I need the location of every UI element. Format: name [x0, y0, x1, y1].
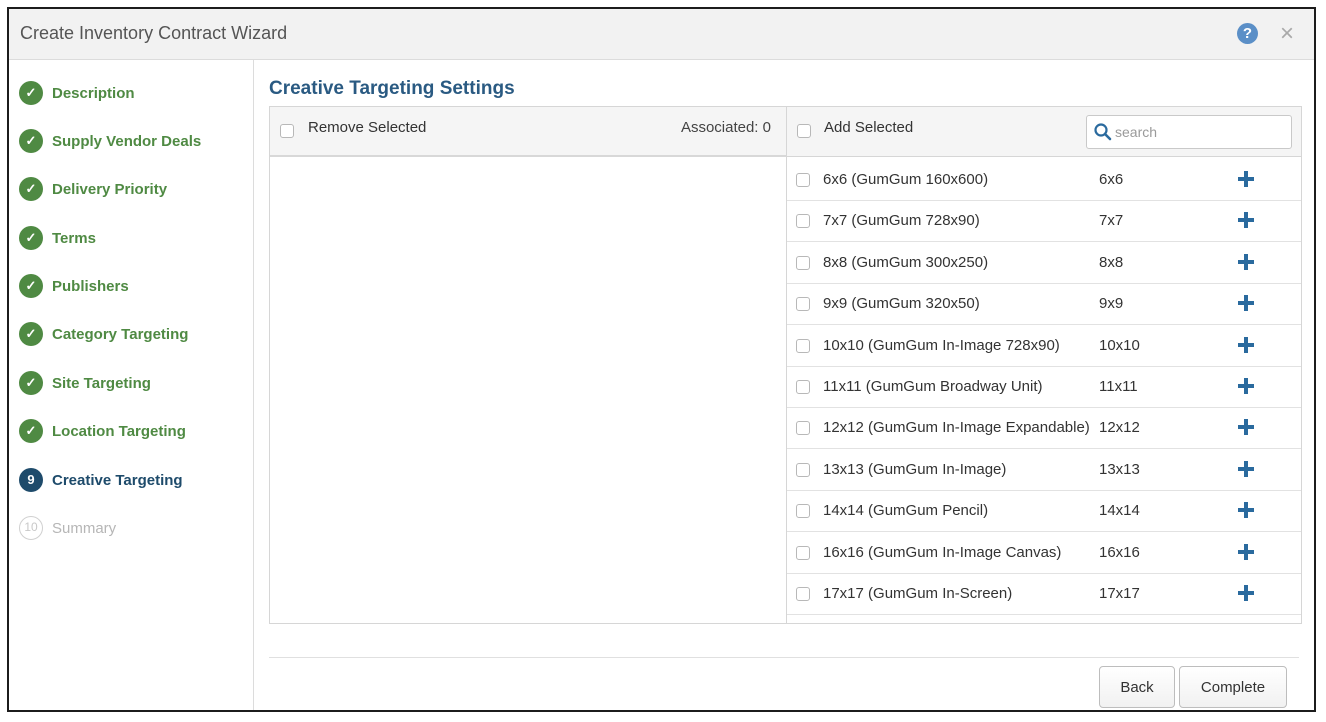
add-selected-checkbox[interactable] [797, 124, 811, 138]
item-checkbox[interactable] [796, 380, 810, 394]
list-item: 10x10 (GumGum In-Image 728x90) 10x10 [787, 325, 1301, 367]
add-selected-label[interactable]: Add Selected [824, 119, 913, 136]
step-label: Terms [52, 230, 96, 247]
step-label: Delivery Priority [52, 181, 168, 198]
help-icon[interactable]: ? [1237, 23, 1258, 44]
item-checkbox[interactable] [796, 297, 810, 311]
check-icon: ✓ [19, 274, 43, 298]
item-size: 8x8 [1099, 254, 1124, 271]
dialog-title: Create Inventory Contract Wizard [20, 23, 288, 43]
list-item: 6x6 (GumGum 160x600) 6x6 [787, 159, 1301, 201]
check-icon: ✓ [19, 81, 43, 105]
check-icon: ✓ [19, 226, 43, 250]
item-name: 16x16 (GumGum In-Image Canvas) [823, 544, 1062, 561]
check-icon: ✓ [19, 371, 43, 395]
step-label: Location Targeting [52, 423, 186, 440]
search-input[interactable] [1115, 123, 1285, 141]
item-size: 13x13 [1099, 461, 1140, 478]
remove-selected-label[interactable]: Remove Selected [308, 119, 426, 136]
available-header: Add Selected [786, 107, 1301, 157]
step-label: Category Targeting [52, 326, 189, 343]
plus-icon[interactable] [1238, 337, 1254, 353]
plus-icon[interactable] [1238, 378, 1254, 394]
item-name: 11x11 (GumGum Broadway Unit) [823, 378, 1043, 395]
title-bar: Create Inventory Contract Wizard ? × [9, 9, 1314, 60]
item-name: 12x12 (GumGum In-Image Expandable) [823, 419, 1090, 436]
step-label: Site Targeting [52, 375, 151, 392]
remove-selected-checkbox[interactable] [280, 124, 294, 138]
list-item: 13x13 (GumGum In-Image) 13x13 [787, 449, 1301, 491]
step-label: Publishers [52, 278, 129, 295]
step-label: Description [52, 85, 135, 102]
item-checkbox[interactable] [796, 421, 810, 435]
step-label: Supply Vendor Deals [52, 133, 202, 150]
item-size: 9x9 [1099, 295, 1124, 312]
step-label: Summary [52, 520, 117, 537]
list-item: 8x8 (GumGum 300x250) 8x8 [787, 242, 1301, 284]
item-size: 12x12 [1099, 419, 1140, 436]
item-name: 13x13 (GumGum In-Image) [823, 461, 1007, 478]
item-checkbox[interactable] [796, 214, 810, 228]
plus-icon[interactable] [1238, 171, 1254, 187]
item-name: 8x8 (GumGum 300x250) [823, 254, 989, 271]
associated-header: Remove Selected Associated: 0 [270, 107, 786, 157]
plus-icon[interactable] [1238, 461, 1254, 477]
item-name: 7x7 (GumGum 728x90) [823, 212, 980, 229]
section-title: Creative Targeting Settings [269, 78, 515, 99]
item-name: 17x17 (GumGum In-Screen) [823, 585, 1013, 602]
list-item: 12x12 (GumGum In-Image Expandable) 12x12 [787, 407, 1301, 449]
item-checkbox[interactable] [796, 256, 810, 270]
list-item: 17x17 (GumGum In-Screen) 17x17 [787, 573, 1301, 615]
plus-icon[interactable] [1238, 254, 1254, 270]
item-checkbox[interactable] [796, 546, 810, 560]
item-size: 7x7 [1099, 212, 1124, 229]
back-button[interactable]: Back [1099, 666, 1175, 708]
item-size: 17x17 [1099, 585, 1140, 602]
item-size: 16x16 [1099, 544, 1140, 561]
search-icon [1094, 123, 1112, 141]
list-item: 7x7 (GumGum 728x90) 7x7 [787, 200, 1301, 242]
item-checkbox[interactable] [796, 504, 810, 518]
plus-icon[interactable] [1238, 295, 1254, 311]
item-size: 11x11 [1099, 378, 1138, 395]
item-name: 6x6 (GumGum 160x600) [823, 171, 989, 188]
search-box[interactable] [1086, 115, 1292, 149]
step-number-badge: 10 [19, 516, 43, 540]
available-creatives-list: 6x6 (GumGum 160x600) 6x6 7x7 (GumGum 728… [787, 159, 1301, 623]
check-icon: ✓ [19, 322, 43, 346]
item-checkbox[interactable] [796, 339, 810, 353]
item-size: 6x6 [1099, 171, 1124, 188]
plus-icon[interactable] [1238, 585, 1254, 601]
check-icon: ✓ [19, 129, 43, 153]
wizard-steps-sidebar: ✓ Description ✓ Supply Vendor Deals ✓ De… [9, 60, 254, 710]
plus-icon[interactable] [1238, 419, 1254, 435]
list-item: 9x9 (GumGum 320x50) 9x9 [787, 283, 1301, 325]
item-size: 10x10 [1099, 337, 1140, 354]
list-item: 14x14 (GumGum Pencil) 14x14 [787, 490, 1301, 532]
item-name: 14x14 (GumGum Pencil) [823, 502, 989, 519]
list-item: 11x11 (GumGum Broadway Unit) 11x11 [787, 366, 1301, 408]
item-name: 10x10 (GumGum In-Image 728x90) [823, 337, 1060, 354]
footer-divider [269, 657, 1299, 658]
close-icon[interactable]: × [1280, 22, 1294, 46]
plus-icon[interactable] [1238, 544, 1254, 560]
plus-icon[interactable] [1238, 502, 1254, 518]
check-icon: ✓ [19, 419, 43, 443]
item-name: 9x9 (GumGum 320x50) [823, 295, 980, 312]
plus-icon[interactable] [1238, 212, 1254, 228]
check-icon: ✓ [19, 177, 43, 201]
complete-button[interactable]: Complete [1179, 666, 1287, 708]
item-checkbox[interactable] [796, 463, 810, 477]
targeting-panel: Remove Selected Associated: 0 Add Select… [269, 106, 1302, 624]
wizard-dialog: Create Inventory Contract Wizard ? × ✓ D… [7, 7, 1316, 712]
associated-count: Associated: 0 [680, 119, 771, 136]
step-number-badge: 9 [19, 468, 43, 492]
list-item: 16x16 (GumGum In-Image Canvas) 16x16 [787, 532, 1301, 574]
item-checkbox[interactable] [796, 173, 810, 187]
item-checkbox[interactable] [796, 587, 810, 601]
step-label: Creative Targeting [52, 472, 183, 489]
item-size: 14x14 [1099, 502, 1140, 519]
